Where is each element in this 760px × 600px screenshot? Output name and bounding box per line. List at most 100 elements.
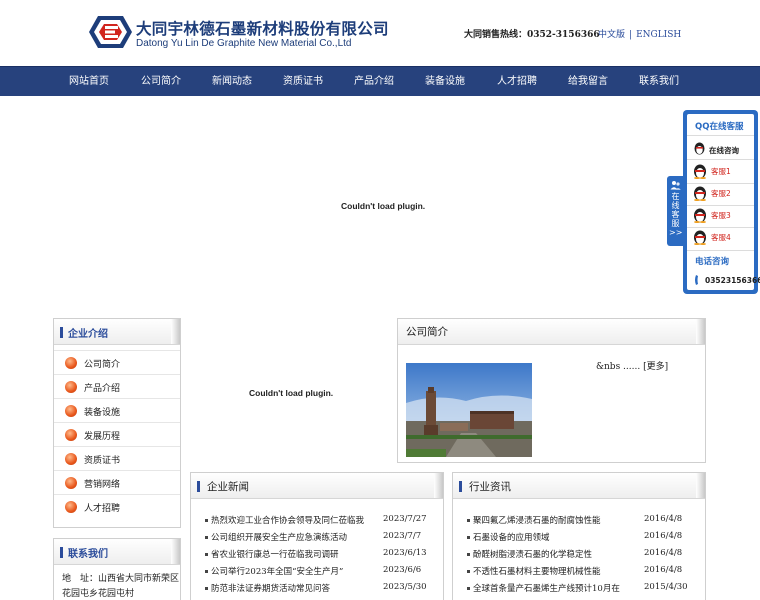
- qq-agent-label: 客服3: [711, 211, 731, 220]
- sidebar-title: 企业介绍: [68, 329, 108, 340]
- company-building-photo[interactable]: [406, 363, 532, 457]
- lang-chinese-link[interactable]: 中文版: [598, 30, 625, 40]
- news-row[interactable]: 防范非法证券期货活动常见问答 2023/5/30: [191, 580, 443, 597]
- news-title[interactable]: 全球首条量产石墨烯生产线预计10月在: [473, 582, 620, 594]
- qq-panel-title: QQ在线客服: [695, 122, 744, 132]
- news-row[interactable]: 省农业银行康总一行莅临我司调研 2023/6/13: [191, 546, 443, 563]
- news-title[interactable]: 石墨设备的应用领域: [473, 531, 550, 543]
- sidebar-item-equipment[interactable]: 装备设施: [54, 398, 180, 422]
- company-logo[interactable]: [88, 15, 133, 49]
- phone-icon: [695, 275, 698, 285]
- news-row[interactable]: 酚醛树脂浸渍石墨的化学稳定性 2016/4/8: [453, 546, 705, 563]
- nav-item-about[interactable]: 公司简介: [125, 67, 197, 97]
- company-news-header-shade: [434, 473, 443, 498]
- qq-agent-3[interactable]: 客服3: [687, 205, 754, 227]
- nav-item-home[interactable]: 网站首页: [53, 67, 125, 97]
- language-switcher: 中文版 | ENGLISH: [598, 27, 681, 40]
- nav-item-products[interactable]: 产品介绍: [338, 67, 410, 97]
- qq-penguin-icon: [694, 208, 706, 223]
- industry-news-title: 行业资讯: [469, 481, 511, 493]
- nav-item-contact[interactable]: 联系我们: [623, 67, 695, 97]
- qq-agent-1[interactable]: 客服1: [687, 161, 754, 183]
- news-date: 2016/4/8: [644, 531, 683, 541]
- news-row[interactable]: 聚四氟乙烯浸渍石墨的耐腐蚀性能 2016/4/8: [453, 512, 705, 529]
- news-title[interactable]: 省农业银行康总一行莅临我司调研: [211, 548, 339, 560]
- news-date: 2016/4/8: [644, 565, 683, 575]
- news-row[interactable]: 全球首条量产石墨烯生产线预计10月在 2015/4/30: [453, 580, 705, 597]
- company-news-box: 企业新闻 热烈欢迎工业合作协会领导及同仁莅临我 2023/7/27 公司组织开展安…: [190, 472, 444, 600]
- bullet-icon: [65, 477, 77, 489]
- company-news-header-bar: [197, 481, 200, 492]
- news-title[interactable]: 公司组织开展安全生产应急演练活动: [211, 531, 347, 543]
- bullet-icon: [65, 501, 77, 513]
- news-row[interactable]: 不透性石墨材料主要物理机械性能 2016/4/8: [453, 563, 705, 580]
- industry-news-header-bar: [459, 481, 462, 492]
- qq-panel-body: QQ在线客服 在线咨询 客服1 客服2 客服3 客服4 电话咨询 0352315…: [687, 114, 760, 290]
- intro-more-link[interactable]: [更多]: [643, 362, 668, 372]
- company-news-header: 企业新闻: [191, 473, 443, 499]
- bullet-icon: [205, 519, 208, 522]
- bullet-icon: [205, 553, 208, 556]
- qq-tab-label: 在线客服>>: [669, 192, 683, 237]
- news-date: 2023/7/27: [383, 514, 427, 524]
- news-title[interactable]: 防范非法证券期货活动常见问答: [211, 582, 330, 594]
- contact-box: 联系我们 地 址：山西省大同市新荣区花园屯乡花园屯村: [53, 538, 181, 600]
- people-icon: [670, 181, 681, 190]
- lang-english-link[interactable]: ENGLISH: [636, 30, 681, 40]
- news-date: 2015/4/30: [644, 582, 688, 592]
- qq-agent-label: 客服4: [711, 233, 731, 242]
- nav-item-equipment[interactable]: 装备设施: [409, 67, 481, 97]
- sidebar-item-certificates[interactable]: 资质证书: [54, 446, 180, 470]
- news-title[interactable]: 聚四氟乙烯浸渍石墨的耐腐蚀性能: [473, 514, 601, 526]
- contact-address: 地 址：山西省大同市新荣区花园屯乡花园屯村: [62, 574, 180, 599]
- news-row[interactable]: 公司举行2023年全国“安全生产月” 2023/6/6: [191, 563, 443, 580]
- news-row[interactable]: 石墨设备的应用领域 2016/4/8: [453, 529, 705, 546]
- qq-service-panel: QQ在线客服 在线咨询 客服1 客服2 客服3 客服4 电话咨询 0352315…: [683, 110, 760, 294]
- contact-header: 联系我们: [54, 539, 180, 565]
- phone-consult-title: 电话咨询: [695, 257, 730, 267]
- lang-separator: |: [629, 30, 633, 40]
- bullet-icon: [205, 570, 208, 573]
- news-date: 2023/7/7: [383, 531, 422, 541]
- news-date: 2023/6/6: [383, 565, 422, 575]
- intro-title: 公司简介: [406, 326, 448, 338]
- qq-agent-4[interactable]: 客服4: [687, 227, 754, 249]
- nav-item-careers[interactable]: 人才招聘: [481, 67, 553, 97]
- main-nav: 网站首页 公司简介 新闻动态 资质证书 产品介绍 装备设施 人才招聘 给我留言 …: [0, 66, 760, 96]
- qq-service-tab[interactable]: 在线客服>>: [667, 176, 684, 246]
- news-title[interactable]: 热烈欢迎工业合作协会领导及同仁莅临我: [211, 514, 364, 526]
- sidebar-item-label: 装备设施: [84, 408, 121, 418]
- nav-item-news[interactable]: 新闻动态: [196, 67, 268, 97]
- company-intro-sidebar: 企业介绍 公司简介 产品介绍 装备设施 发展历程 资质证书 营销网络 人才招聘: [53, 318, 181, 528]
- sidebar-item-label: 资质证书: [84, 456, 121, 466]
- sidebar-item-products[interactable]: 产品介绍: [54, 374, 180, 398]
- news-title[interactable]: 不透性石墨材料主要物理机械性能: [473, 565, 601, 577]
- banner-plugin-message: Couldn't load plugin.: [341, 201, 426, 211]
- sidebar-item-label: 人才招聘: [84, 504, 121, 514]
- contact-title: 联系我们: [68, 549, 108, 560]
- bullet-icon: [65, 453, 77, 465]
- sidebar-item-about[interactable]: 公司简介: [54, 350, 180, 374]
- news-row[interactable]: 公司组织开展安全生产应急演练活动 2023/7/7: [191, 529, 443, 546]
- online-consult-label: 在线咨询: [709, 146, 739, 155]
- sidebar-item-label: 发展历程: [84, 432, 121, 442]
- qq-agent-label: 客服1: [711, 167, 731, 176]
- news-row[interactable]: 热烈欢迎工业合作协会领导及同仁莅临我 2023/7/27: [191, 512, 443, 529]
- phone-number[interactable]: 03523156366: [705, 276, 760, 285]
- intro-excerpt: &nbs ......: [596, 362, 641, 372]
- contact-header-shade: [171, 539, 180, 564]
- bullet-icon: [467, 536, 470, 539]
- qq-penguin-icon: [694, 230, 706, 245]
- sidebar-item-history[interactable]: 发展历程: [54, 422, 180, 446]
- nav-item-message[interactable]: 给我留言: [552, 67, 624, 97]
- news-date: 2023/5/30: [383, 582, 427, 592]
- industry-news-box: 行业资讯 聚四氟乙烯浸渍石墨的耐腐蚀性能 2016/4/8 石墨设备的应用领域 20…: [452, 472, 706, 600]
- sidebar-item-network[interactable]: 营销网络: [54, 470, 180, 494]
- nav-item-certificates[interactable]: 资质证书: [267, 67, 339, 97]
- news-title[interactable]: 酚醛树脂浸渍石墨的化学稳定性: [473, 548, 592, 560]
- sidebar-item-careers[interactable]: 人才招聘: [54, 494, 180, 518]
- qq-agent-2[interactable]: 客服2: [687, 183, 754, 205]
- news-title[interactable]: 公司举行2023年全国“安全生产月”: [211, 565, 343, 577]
- news-date: 2016/4/8: [644, 514, 683, 524]
- company-name-cn: 大同宇林德石墨新材料股份有限公司: [136, 19, 389, 38]
